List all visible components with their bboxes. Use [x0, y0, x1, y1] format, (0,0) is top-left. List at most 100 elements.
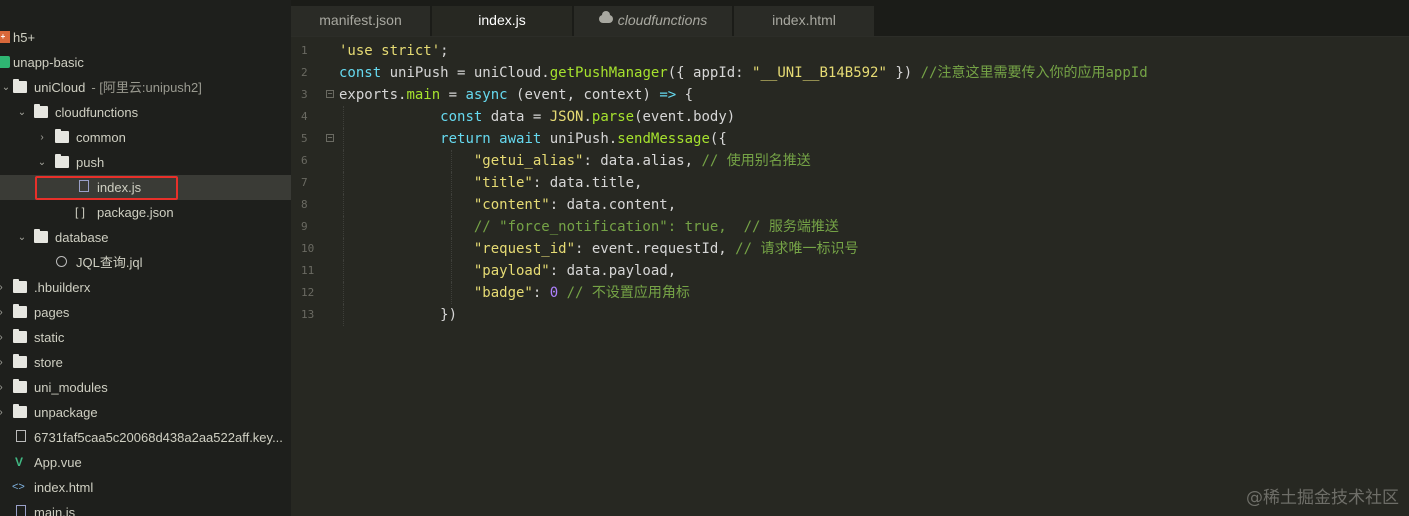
chevron-down-icon[interactable]: ⌄ [17, 100, 27, 125]
tree-item-label: cloudfunctions [55, 105, 139, 120]
folder-open-icon [34, 229, 48, 243]
tree-item-static[interactable]: › static [0, 325, 291, 350]
chevron-right-icon[interactable]: › [0, 325, 6, 350]
tree-item-label: store [34, 355, 63, 370]
code-token: // 请求唯一标识号 [735, 241, 859, 257]
line-number: 1 [301, 44, 308, 57]
line-number: 8 [301, 198, 308, 211]
tab-manifest-json[interactable]: manifest.json [291, 6, 430, 36]
tab-index-html[interactable]: index.html [734, 6, 874, 36]
code-line[interactable]: 8 "content": data.content, [291, 194, 1409, 216]
chevron-down-icon[interactable]: ⌄ [1, 75, 11, 100]
tree-item-label: h5+ [13, 30, 36, 45]
line-number: 5 [301, 132, 308, 145]
fold-toggle-icon[interactable]: − [326, 90, 334, 98]
code-line[interactable]: 7 "title": data.title, [291, 172, 1409, 194]
fold-toggle-icon[interactable]: − [326, 134, 334, 142]
code-token: // "force_notification": true, // 服务端推送 [473, 219, 839, 235]
tree-item-label: common [76, 130, 126, 145]
code-line[interactable]: 13 }) [291, 304, 1409, 326]
tree-item-package-json[interactable]: [ ] package.json [0, 200, 291, 225]
code-line[interactable]: 11 "payload": data.payload, [291, 260, 1409, 282]
code-line[interactable]: 4 const data = JSON.parse(event.body) [291, 106, 1409, 128]
code-line[interactable]: 12 "badge": 0 // 不设置应用角标 [291, 282, 1409, 304]
tree-item-main-js[interactable]: main.js [0, 500, 291, 516]
code-line[interactable]: 6 "getui_alias": data.alias, // 使用别名推送 [291, 150, 1409, 172]
h5-plus-icon: + [0, 31, 10, 43]
chevron-down-icon[interactable]: ⌄ [17, 225, 27, 250]
code-token: "title" [473, 175, 533, 191]
tree-item-push[interactable]: ⌄ push [0, 150, 291, 175]
tree-item-hbuilderx[interactable]: › .hbuilderx [0, 275, 291, 300]
tree-item-unicloud[interactable]: ⌄ uniCloud - [阿里云:unipush2] [0, 75, 291, 100]
tree-item-jql[interactable]: JQL查询.jql [0, 250, 291, 275]
code-token: . [583, 109, 592, 125]
tab-label: index.html [772, 12, 836, 28]
code-token: uniPush. [541, 131, 618, 147]
key-file-icon [16, 430, 26, 442]
chevron-right-icon[interactable]: › [0, 300, 6, 325]
code-line[interactable]: 10 "request_id": event.requestId, // 请求唯… [291, 238, 1409, 260]
tree-item-label: push [76, 155, 105, 170]
code-editor[interactable]: 1 'use strict'; 2 const uniPush = uniCloud.… [291, 37, 1409, 516]
tree-item-h5plus[interactable]: + h5+ [0, 25, 291, 50]
code-token: return [440, 131, 491, 147]
cloud-icon [598, 11, 613, 24]
chevron-right-icon[interactable]: › [0, 350, 6, 375]
tree-item-index-html[interactable]: <> index.html [0, 475, 291, 500]
chevron-right-icon[interactable]: › [37, 125, 47, 150]
js-file-icon [16, 505, 26, 516]
code-token: }) [886, 65, 921, 81]
line-number: 3 [301, 88, 308, 101]
tree-item-label: App.vue [34, 455, 82, 470]
tree-item-label: 6731faf5caa5c20068d438a2aa522aff.key... [34, 430, 283, 445]
tree-item-unapp-basic[interactable]: unapp-basic [0, 50, 291, 75]
tree-item-pages[interactable]: › pages [0, 300, 291, 325]
code-text: "title": data.title, [339, 172, 643, 194]
highlight-annotation-box [35, 176, 178, 200]
code-token: : event.requestId, [575, 241, 736, 257]
tree-item-key-file[interactable]: 6731faf5caa5c20068d438a2aa522aff.key... [0, 425, 291, 450]
code-line[interactable]: 1 'use strict'; [291, 40, 1409, 62]
tree-item-label: uni_modules [34, 380, 108, 395]
tree-item-app-vue[interactable]: V App.vue [0, 450, 291, 475]
tab-index-js[interactable]: index.js [432, 6, 572, 36]
code-token: uniPush = uniCloud. [381, 65, 550, 81]
tree-item-common[interactable]: › common [0, 125, 291, 150]
code-token: 'use strict' [339, 43, 441, 59]
code-line[interactable]: 2 const uniPush = uniCloud.getPushManager… [291, 62, 1409, 84]
code-line[interactable]: 9 // "force_notification": true, // 服务端推… [291, 216, 1409, 238]
chevron-right-icon[interactable]: › [0, 275, 6, 300]
chevron-down-icon[interactable]: ⌄ [37, 150, 47, 175]
tree-item-label: unpackage [34, 405, 98, 420]
code-line[interactable]: 3 − exports.main = async (event, context) … [291, 84, 1409, 106]
tree-item-database[interactable]: ⌄ database [0, 225, 291, 250]
line-number: 4 [301, 110, 308, 123]
line-number: 13 [301, 308, 315, 321]
tab-label: manifest.json [319, 12, 402, 28]
code-text: 'use strict'; [339, 40, 449, 62]
code-token: => [659, 87, 677, 103]
tree-item-cloudfunctions[interactable]: ⌄ cloudfunctions [0, 100, 291, 125]
tree-item-uni-modules[interactable]: › uni_modules [0, 375, 291, 400]
code-line[interactable]: 5 − return await uniPush.sendMessage({ [291, 128, 1409, 150]
tree-item-label: JQL查询.jql [76, 255, 143, 270]
tree-item-unpackage[interactable]: › unpackage [0, 400, 291, 425]
tree-item-store[interactable]: › store [0, 350, 291, 375]
tab-label: cloudfunctions [617, 12, 708, 28]
jql-file-icon [56, 256, 67, 267]
code-token: { [676, 87, 694, 103]
chevron-right-icon[interactable]: › [0, 375, 6, 400]
tree-item-label: unapp-basic [13, 55, 84, 70]
chevron-right-icon[interactable]: › [0, 400, 6, 425]
code-token: parse [591, 109, 635, 125]
code-token: (event.body) [634, 109, 736, 125]
line-number: 9 [301, 220, 308, 233]
tab-cloudfunctions[interactable]: cloudfunctions [574, 6, 732, 36]
folder-icon [13, 279, 27, 293]
